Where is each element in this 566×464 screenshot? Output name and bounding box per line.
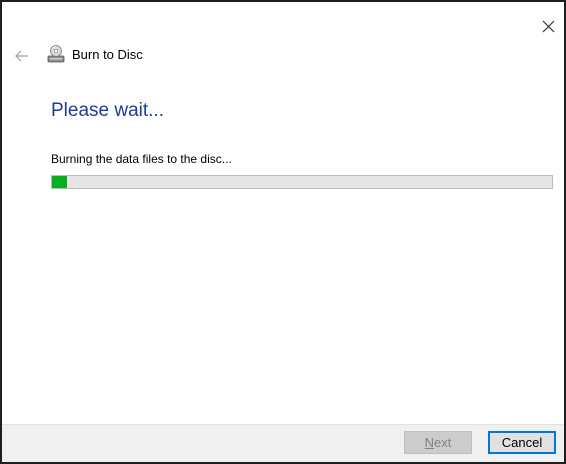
back-arrow-icon xyxy=(15,50,28,62)
page-heading: Please wait... xyxy=(51,100,164,121)
next-mnemonic: N xyxy=(424,435,435,450)
burn-progress-bar xyxy=(51,175,553,189)
wizard-title: Burn to Disc xyxy=(72,47,143,62)
disc-burner-icon xyxy=(46,44,66,64)
wizard-footer: Next Cancel xyxy=(2,424,564,462)
back-button[interactable] xyxy=(14,48,30,64)
wizard-header: Burn to Disc xyxy=(2,44,564,72)
close-button[interactable] xyxy=(538,16,560,38)
progress-fill xyxy=(52,176,67,188)
next-label: ext xyxy=(434,435,452,450)
burn-to-disc-window: Burn to Disc Please wait... Burning the … xyxy=(0,0,566,464)
cancel-button[interactable]: Cancel xyxy=(488,431,556,454)
next-button[interactable]: Next xyxy=(404,431,472,454)
close-icon xyxy=(542,20,555,33)
status-text: Burning the data files to the disc... xyxy=(51,152,232,166)
